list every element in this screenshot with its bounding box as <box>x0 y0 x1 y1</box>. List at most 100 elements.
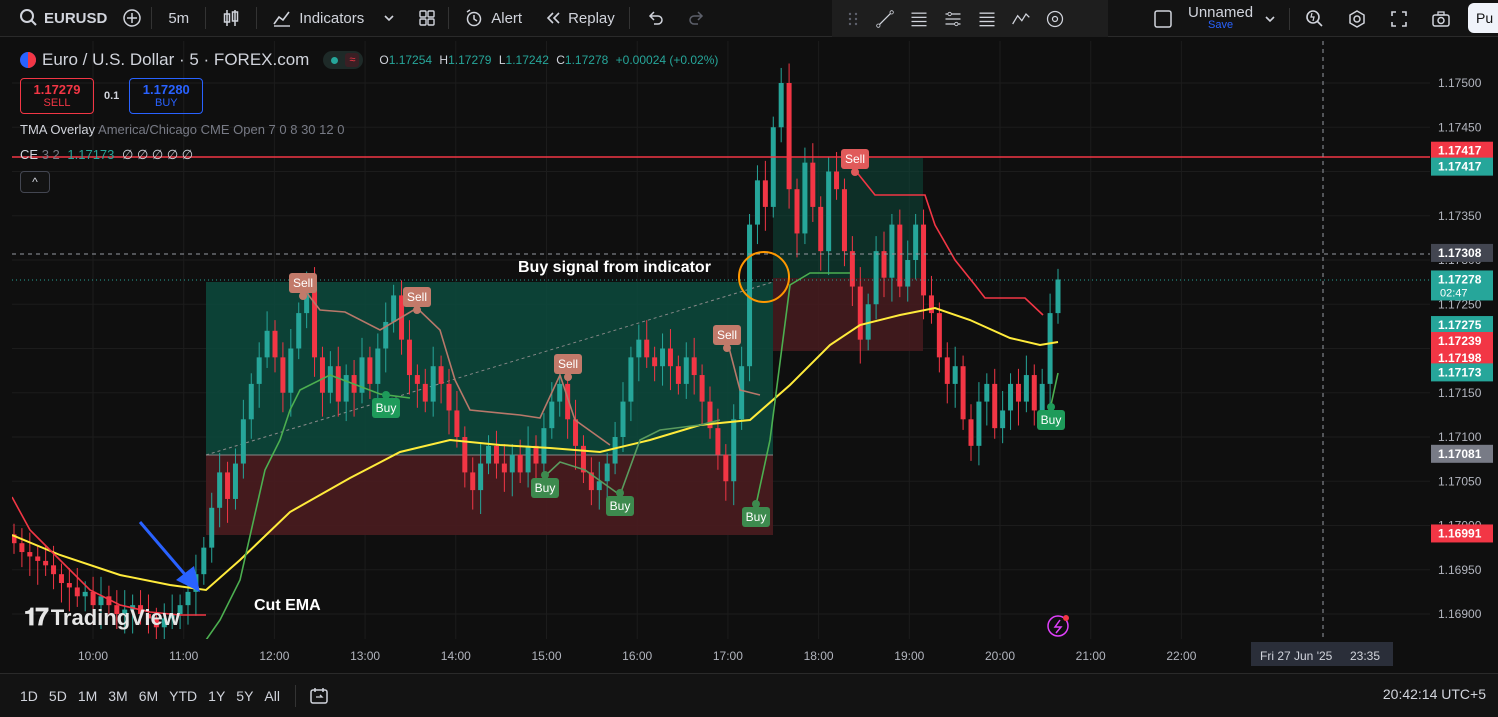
indicators-dropdown[interactable] <box>370 0 408 37</box>
indicator-ce-name: CE <box>20 147 39 162</box>
candle-body <box>786 83 792 190</box>
signal-dot <box>382 391 390 399</box>
candle-body <box>889 224 895 278</box>
pitchfork-icon[interactable] <box>942 8 964 30</box>
layouts-button[interactable] <box>408 0 446 37</box>
candle-body <box>1023 375 1029 402</box>
compare-button[interactable] <box>115 0 149 37</box>
time-tick-label: 16:00 <box>622 649 652 663</box>
change-value: +0.00024 (+0.02%) <box>615 53 719 67</box>
legend-collapse-button[interactable]: ^ <box>20 171 50 193</box>
market-status-icon[interactable]: ≈ <box>323 51 364 69</box>
search-icon <box>18 7 40 29</box>
signal-dot <box>413 306 421 314</box>
time-scale[interactable]: 10:00 11:00 12:00 13:00 14:00 15:00 16:00 17:00… <box>12 639 1471 671</box>
sell-price: 1.17279 <box>33 82 81 97</box>
replay-button[interactable]: Replay <box>534 0 627 37</box>
indicator-ce[interactable]: CE 3 2 1.17173 ∅ ∅ ∅ ∅ ∅ <box>20 147 718 163</box>
candle-body <box>913 224 919 260</box>
trend-line-icon[interactable] <box>874 8 896 30</box>
layout-save-label: Save <box>1207 18 1234 31</box>
candle-body <box>343 375 349 402</box>
range-1y[interactable]: 1Y <box>208 688 225 704</box>
time-tick-label: 12:00 <box>259 649 289 663</box>
quantity-value[interactable]: 0.1 <box>104 90 119 102</box>
alert-button[interactable]: Alert <box>451 0 534 37</box>
candle-body <box>778 83 784 128</box>
publish-button[interactable]: Pu <box>1468 3 1498 33</box>
settings-icon[interactable] <box>1346 8 1368 30</box>
low-label: L <box>498 53 506 67</box>
target-icon[interactable] <box>1044 8 1066 30</box>
candle-body <box>82 591 88 597</box>
time-tick-label: 11:00 <box>169 649 198 663</box>
checkbox-icon[interactable] <box>1152 8 1174 30</box>
candle-body <box>209 507 215 548</box>
toolbar-divider <box>151 7 153 29</box>
candle-body <box>794 189 800 234</box>
candle-body <box>185 591 191 606</box>
signal-dot <box>299 292 307 300</box>
range-all[interactable]: All <box>264 688 280 704</box>
price-tick-label: 1.17350 <box>1438 209 1482 223</box>
candle-body <box>604 463 610 482</box>
range-3m[interactable]: 3M <box>108 688 127 704</box>
drag-handle-icon[interactable] <box>842 8 864 30</box>
redo-icon <box>686 7 708 29</box>
bottom-toolbar: 1D 5D 1M 3M 6M YTD 1Y 5Y All 20:42:14 UT… <box>0 673 1498 717</box>
plus-circle-icon <box>121 7 143 29</box>
pattern-icon[interactable] <box>1010 8 1032 30</box>
fib-retracement-icon[interactable] <box>908 8 930 30</box>
date-range-icon[interactable] <box>308 685 330 707</box>
quick-search-icon[interactable] <box>1304 8 1326 30</box>
range-5d[interactable]: 5D <box>49 688 67 704</box>
buy-button[interactable]: 1.17280 BUY <box>129 78 204 114</box>
price-scale[interactable]: 1.169001.169501.170001.170501.171001.171… <box>1409 41 1498 639</box>
sell-button[interactable]: 1.17279 SELL <box>20 78 94 114</box>
candle-body <box>232 463 238 499</box>
redo-button[interactable] <box>678 0 716 37</box>
candle-body <box>644 339 650 358</box>
chevron-down-icon <box>378 7 400 29</box>
candle-body <box>557 383 563 402</box>
candle-body <box>264 330 270 358</box>
candle-body <box>256 357 262 384</box>
camera-icon[interactable] <box>1430 8 1452 30</box>
range-1d[interactable]: 1D <box>20 688 38 704</box>
candle-body <box>976 401 982 446</box>
candle-body <box>857 286 863 340</box>
candle-body <box>739 366 745 420</box>
candle-body <box>438 366 444 384</box>
candle-body <box>873 251 879 305</box>
clock-display[interactable]: 20:42:14 UTC+5 <box>1383 686 1486 702</box>
range-6m[interactable]: 6M <box>139 688 158 704</box>
candle-body <box>454 410 460 437</box>
layout-name-button[interactable]: Unnamed Save <box>1188 5 1253 32</box>
signal-dot <box>616 489 624 497</box>
price-tag-label: 1.17417 <box>1438 144 1482 158</box>
range-5y[interactable]: 5Y <box>236 688 253 704</box>
text-lines-icon[interactable] <box>976 8 998 30</box>
price-tick-label: 1.16950 <box>1438 563 1482 577</box>
symbol-search[interactable]: EURUSD <box>0 0 115 37</box>
grid-icon <box>416 7 438 29</box>
candle-body <box>818 206 824 252</box>
candle-body <box>549 401 555 429</box>
indicators-button[interactable]: Indicators <box>259 0 370 37</box>
chart-type-button[interactable] <box>208 0 254 37</box>
undo-button[interactable] <box>632 0 678 37</box>
chevron-down-icon[interactable] <box>1259 8 1281 30</box>
legend-title[interactable]: Euro / U.S. Dollar · 5 · FOREX.com <box>42 50 309 70</box>
indicator-tma[interactable]: TMA Overlay America/Chicago CME Open 7 0… <box>20 122 718 137</box>
price-tag-label: 1.17239 <box>1438 334 1482 348</box>
price-tick-label: 1.17100 <box>1438 430 1482 444</box>
range-ytd[interactable]: YTD <box>169 688 197 704</box>
interval-button[interactable]: 5m <box>154 0 203 37</box>
range-1m[interactable]: 1M <box>78 688 97 704</box>
chevron-up-icon: ^ <box>32 175 38 189</box>
price-tag-label: 1.17198 <box>1438 351 1482 365</box>
indicator-tma-name: TMA Overlay <box>20 122 96 137</box>
eu-flag-icon <box>20 52 36 68</box>
fullscreen-icon[interactable] <box>1388 8 1410 30</box>
candle-body <box>636 339 642 358</box>
